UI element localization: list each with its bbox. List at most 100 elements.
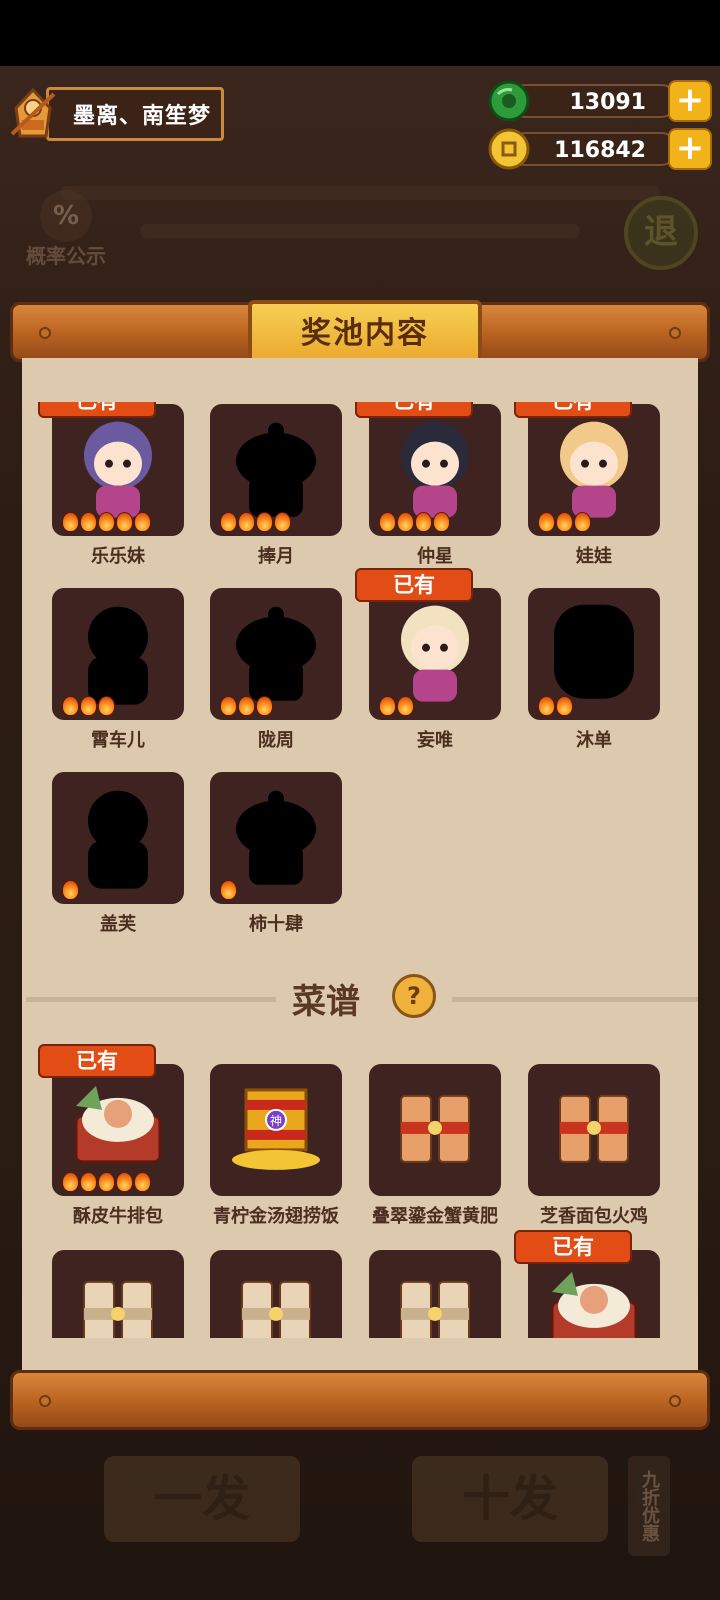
single-draw-button: 一发 — [104, 1456, 300, 1542]
flame-icon — [62, 880, 79, 900]
recipe-image — [220, 1262, 332, 1338]
player-info[interactable]: 墨离、南笙梦 — [6, 86, 225, 142]
character-name: 沐单 — [576, 730, 612, 751]
character-item[interactable]: 沐单 — [524, 588, 664, 758]
flame-icon — [538, 512, 555, 532]
recipe-card[interactable] — [52, 1064, 184, 1196]
flame-icon — [134, 512, 151, 532]
recipe-item[interactable]: 已有 酥皮牛排包 — [38, 1044, 188, 1234]
flame-icon — [397, 696, 414, 716]
character-name: 乐乐妹 — [91, 546, 145, 567]
rarity-flames — [62, 512, 151, 532]
flame-icon — [134, 1172, 151, 1192]
recipe-image — [379, 1076, 491, 1180]
flame-icon — [116, 512, 133, 532]
character-item[interactable]: 陇周 — [206, 588, 346, 758]
flame-icon — [98, 512, 115, 532]
recipe-card[interactable] — [369, 1250, 501, 1338]
recipe-item[interactable]: 已有 — [514, 1230, 664, 1338]
flame-icon — [556, 512, 573, 532]
ten-draw-button: 十发 — [412, 1456, 608, 1542]
flame-icon — [415, 512, 432, 532]
recipe-name: 叠翠鎏金蟹黄肥 — [372, 1206, 498, 1227]
character-card[interactable] — [369, 404, 501, 536]
character-item[interactable]: 已有娃娃 — [514, 384, 664, 574]
character-name: 妄唯 — [417, 730, 453, 751]
rarity-flames — [538, 696, 573, 716]
character-name: 盖芙 — [100, 914, 136, 935]
jade-currency: 13091 + — [488, 80, 712, 122]
flame-icon — [379, 696, 396, 716]
character-item[interactable]: 捧月 — [206, 404, 346, 574]
flame-icon — [538, 696, 555, 716]
owned-badge: 已有 — [355, 568, 473, 602]
rarity-flames — [220, 512, 291, 532]
exit-button[interactable]: 退 — [624, 196, 698, 270]
character-item[interactable]: 已有妄唯 — [355, 568, 505, 758]
flame-icon — [62, 512, 79, 532]
recipe-section-header: 菜谱 ? — [22, 968, 698, 1028]
recipe-image: 神 — [220, 1076, 332, 1180]
character-item[interactable]: 霄车儿 — [48, 588, 188, 758]
prize-pool-panel[interactable]: 已有乐乐妹捧月已有仲星已有娃娃霄车儿陇周已有妄唯沐单盖芙柿十肆已有酥皮牛排包神青… — [22, 358, 698, 1398]
character-card[interactable] — [52, 772, 184, 904]
character-name: 捧月 — [258, 546, 294, 567]
player-name: 墨离、南笙梦 — [46, 87, 225, 141]
rarity-flames — [220, 696, 273, 716]
recipe-section-title: 菜谱 — [292, 982, 360, 1022]
character-silhouette — [539, 595, 649, 709]
recipe-item[interactable] — [206, 1250, 346, 1338]
character-card[interactable] — [369, 588, 501, 720]
prize-grid[interactable]: 已有乐乐妹捧月已有仲星已有娃娃霄车儿陇周已有妄唯沐单盖芙柿十肆已有酥皮牛排包神青… — [22, 358, 698, 1338]
character-card[interactable] — [528, 588, 660, 720]
flame-icon — [256, 512, 273, 532]
recipe-card[interactable] — [528, 1064, 660, 1196]
flame-icon — [238, 696, 255, 716]
character-name: 娃娃 — [576, 546, 612, 567]
flame-icon — [379, 512, 396, 532]
character-portrait — [379, 410, 491, 526]
add-gold-button[interactable]: + — [668, 128, 712, 170]
rarity-flames — [220, 880, 237, 900]
recipe-item[interactable] — [365, 1250, 505, 1338]
svg-text:神: 神 — [270, 1114, 282, 1128]
character-item[interactable]: 盖芙 — [48, 772, 188, 942]
flame-icon — [433, 512, 450, 532]
recipe-card[interactable]: 神 — [210, 1064, 342, 1196]
recipe-card[interactable] — [210, 1250, 342, 1338]
rarity-flames — [379, 512, 450, 532]
recipe-item[interactable]: 叠翠鎏金蟹黄肥 — [365, 1064, 505, 1234]
character-silhouette — [221, 595, 331, 709]
flame-icon — [397, 512, 414, 532]
recipe-item[interactable]: 神青柠金汤翅捞饭 — [206, 1064, 346, 1234]
character-card[interactable] — [210, 588, 342, 720]
recipe-item[interactable]: 芝香面包火鸡 — [524, 1064, 664, 1234]
character-card[interactable] — [528, 404, 660, 536]
recipe-image — [379, 1262, 491, 1338]
flame-icon — [556, 696, 573, 716]
add-jade-button[interactable]: + — [668, 80, 712, 122]
character-portrait — [379, 594, 491, 710]
character-card[interactable] — [210, 404, 342, 536]
recipe-image — [538, 1076, 650, 1180]
probability-button[interactable]: % 概率公示 — [18, 190, 114, 269]
help-icon[interactable]: ? — [392, 974, 436, 1018]
recipe-image — [538, 1262, 650, 1338]
rarity-flames — [538, 512, 591, 532]
flame-icon — [62, 1172, 79, 1192]
character-card[interactable] — [210, 772, 342, 904]
character-card[interactable] — [52, 404, 184, 536]
character-card[interactable] — [52, 588, 184, 720]
character-name: 柿十肆 — [249, 914, 303, 935]
flame-icon — [220, 696, 237, 716]
character-item[interactable]: 已有仲星 — [355, 384, 505, 574]
recipe-card[interactable] — [52, 1250, 184, 1338]
recipe-item[interactable] — [48, 1250, 188, 1338]
character-item[interactable]: 柿十肆 — [206, 772, 346, 942]
recipe-card[interactable] — [369, 1064, 501, 1196]
flame-icon — [256, 696, 273, 716]
rarity-flames — [62, 696, 115, 716]
character-item[interactable]: 已有乐乐妹 — [38, 384, 188, 574]
recipe-image — [62, 1076, 174, 1180]
rarity-flames — [62, 880, 79, 900]
